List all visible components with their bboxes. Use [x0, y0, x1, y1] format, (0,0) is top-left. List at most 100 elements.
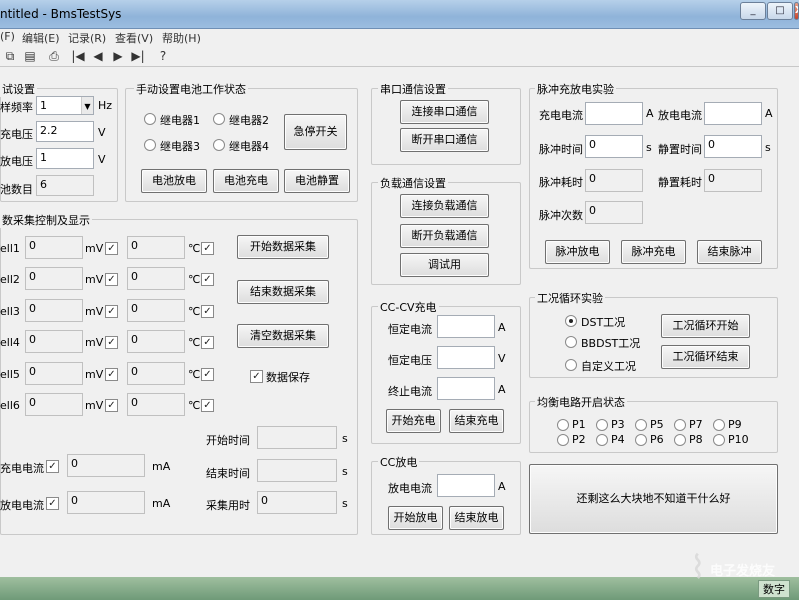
discharge-current-checkbox[interactable]: ✓ [46, 497, 59, 510]
relay4-radio[interactable] [213, 139, 225, 151]
cell4-temp-checkbox[interactable]: ✓ [201, 336, 214, 349]
const-current-field[interactable] [437, 315, 495, 338]
clear-acquisition-button[interactable]: 清空数据采集 [237, 324, 329, 348]
cc-discharge-current-field[interactable] [437, 474, 495, 497]
minimize-button[interactable]: _ [740, 2, 766, 20]
serial-disconnect-button[interactable]: 断开串口通信 [400, 128, 489, 152]
term-current-field[interactable] [437, 377, 495, 400]
cell6-temp-checkbox[interactable]: ✓ [201, 399, 214, 412]
cell4-voltage-checkbox[interactable]: ✓ [105, 336, 118, 349]
load-disconnect-button[interactable]: 断开负载通信 [400, 224, 489, 248]
pulse-time-field[interactable]: 0 [585, 135, 643, 158]
cell5-temp-checkbox[interactable]: ✓ [201, 368, 214, 381]
pulse-count-label: 脉冲次数 [539, 209, 583, 222]
first-record-icon[interactable]: |◀ [70, 48, 86, 64]
const-current-label: 恒定电流 [388, 323, 432, 336]
print-icon[interactable]: ⎙ [46, 48, 62, 64]
start-discharge-button[interactable]: 开始放电 [388, 506, 443, 530]
const-voltage-field[interactable] [437, 346, 495, 369]
cell5-label: ell5 [0, 368, 20, 381]
chevron-down-icon[interactable]: ▼ [81, 97, 93, 114]
cell2-temp: 0 [127, 267, 185, 290]
sample-rate-select[interactable]: 1 ▼ [36, 96, 94, 115]
end-charge-button[interactable]: 结束充电 [449, 409, 504, 433]
relay4-label: 继电器4 [229, 140, 269, 153]
p7-radio[interactable] [674, 419, 686, 431]
copy-icon[interactable]: ⧉ [2, 48, 18, 64]
p1-radio[interactable] [557, 419, 569, 431]
end-discharge-button[interactable]: 结束放电 [449, 506, 504, 530]
save-data-checkbox[interactable]: ✓ [250, 370, 263, 383]
relay1-radio[interactable] [144, 113, 156, 125]
cell6-voltage-checkbox[interactable]: ✓ [105, 399, 118, 412]
spare-area-button[interactable]: 还剩这么大块地不知道干什么好 [529, 464, 778, 534]
menu-record[interactable]: 记录(R) [68, 30, 106, 46]
battery-rest-button[interactable]: 电池静置 [284, 169, 350, 193]
cycle-end-button[interactable]: 工况循环结束 [661, 345, 750, 369]
p9-radio[interactable] [713, 419, 725, 431]
menu-edit[interactable]: 编辑(E) [22, 30, 60, 46]
elapsed-time-value: 0 [257, 491, 337, 514]
p8-label: P8 [689, 433, 703, 446]
custom-cycle-radio[interactable] [565, 359, 577, 371]
menu-help[interactable]: 帮助(H) [162, 30, 201, 46]
p2-radio[interactable] [557, 434, 569, 446]
debug-button[interactable]: 调试用 [400, 253, 489, 277]
help-icon[interactable]: ? [155, 48, 171, 64]
p8-radio[interactable] [674, 434, 686, 446]
rest-time-field[interactable]: 0 [704, 135, 762, 158]
cycle-start-button[interactable]: 工况循环开始 [661, 314, 750, 338]
charge-voltage-field[interactable]: 2.2 [36, 121, 94, 142]
cell2-voltage-checkbox[interactable]: ✓ [105, 273, 118, 286]
load-connect-button[interactable]: 连接负载通信 [400, 194, 489, 218]
serial-connect-button[interactable]: 连接串口通信 [400, 100, 489, 124]
menu-view[interactable]: 查看(V) [115, 30, 153, 46]
cell1-temp-checkbox[interactable]: ✓ [201, 242, 214, 255]
maximize-button[interactable]: □ [767, 2, 793, 20]
p5-radio[interactable] [635, 419, 647, 431]
pulse-charge-button[interactable]: 脉冲充电 [621, 240, 686, 264]
battery-charge-button[interactable]: 电池充电 [213, 169, 279, 193]
pulse-time-unit: s [646, 141, 652, 154]
relay2-radio[interactable] [213, 113, 225, 125]
bbdst-radio[interactable] [565, 336, 577, 348]
cell3-temp-checkbox[interactable]: ✓ [201, 305, 214, 318]
start-charge-button[interactable]: 开始充电 [386, 409, 441, 433]
pulse-discharge-button[interactable]: 脉冲放电 [545, 240, 610, 264]
relay3-radio[interactable] [144, 139, 156, 151]
pulse-discharge-current-field[interactable] [704, 102, 762, 125]
estop-button[interactable]: 急停开关 [284, 114, 347, 150]
next-record-icon[interactable]: ▶ [110, 48, 126, 64]
start-acquisition-button[interactable]: 开始数据采集 [237, 235, 329, 259]
p2-label: P2 [572, 433, 586, 446]
discharge-voltage-field[interactable]: 1 [36, 148, 94, 169]
stop-acquisition-button[interactable]: 结束数据采集 [237, 280, 329, 304]
cell4-temp: 0 [127, 330, 185, 353]
cell5-mv-unit: mV [85, 368, 104, 381]
pulse-end-button[interactable]: 结束脉冲 [697, 240, 762, 264]
charge-current-unit: mA [152, 460, 171, 473]
p10-radio[interactable] [713, 434, 725, 446]
sample-rate-label: 样频率 [0, 101, 33, 114]
pulse-charge-current-unit: A [646, 107, 654, 120]
prev-record-icon[interactable]: ◀ [90, 48, 106, 64]
close-button[interactable]: X [794, 2, 799, 20]
cycle-title: 工况循环实验 [535, 290, 605, 306]
p4-radio[interactable] [596, 434, 608, 446]
last-record-icon[interactable]: ▶| [130, 48, 146, 64]
p3-radio[interactable] [596, 419, 608, 431]
menu-file[interactable]: (F) [0, 30, 15, 43]
cell3-voltage-checkbox[interactable]: ✓ [105, 305, 118, 318]
charge-current-checkbox[interactable]: ✓ [46, 460, 59, 473]
paste-icon[interactable]: ▤ [22, 48, 38, 64]
rest-time-unit: s [765, 141, 771, 154]
load-title: 负载通信设置 [378, 175, 448, 191]
cell5-voltage-checkbox[interactable]: ✓ [105, 368, 118, 381]
battery-discharge-button[interactable]: 电池放电 [141, 169, 207, 193]
cell2-temp-checkbox[interactable]: ✓ [201, 273, 214, 286]
cell1-voltage-checkbox[interactable]: ✓ [105, 242, 118, 255]
dst-radio[interactable] [565, 315, 577, 327]
cell2-mv-unit: mV [85, 273, 104, 286]
p6-radio[interactable] [635, 434, 647, 446]
pulse-charge-current-field[interactable] [585, 102, 643, 125]
